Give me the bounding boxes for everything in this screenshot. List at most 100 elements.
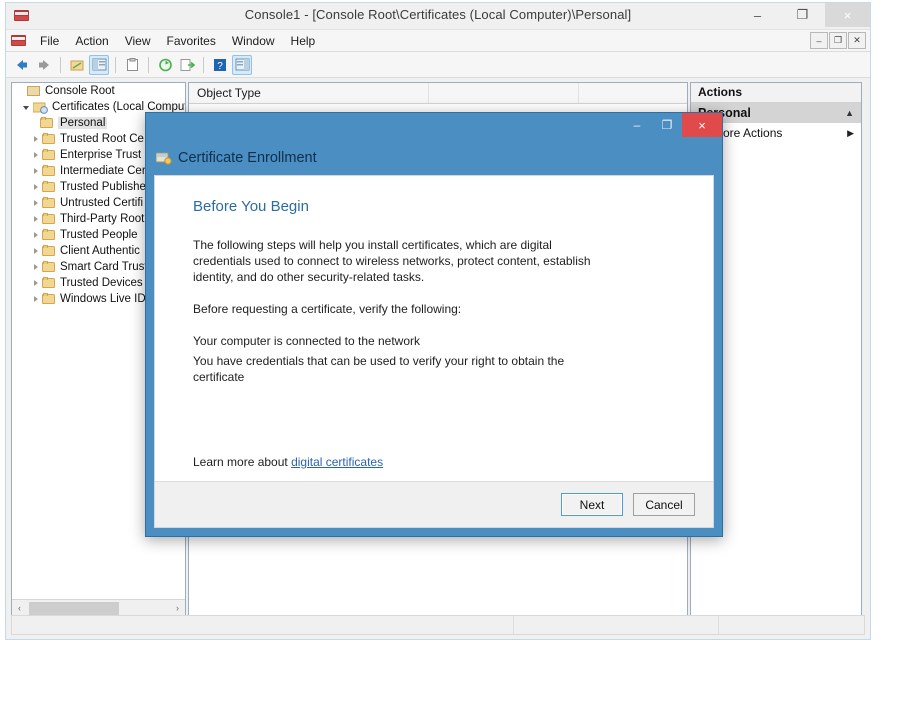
- tree-horizontal-scrollbar[interactable]: ‹ ›: [12, 599, 185, 616]
- chevron-right-icon[interactable]: [31, 246, 42, 257]
- refresh-icon[interactable]: [155, 55, 175, 75]
- dialog-title: Certificate Enrollment: [178, 150, 317, 166]
- folder-icon: [42, 181, 56, 193]
- toolbar-separator: [60, 56, 61, 73]
- menu-item-window[interactable]: Window: [224, 32, 283, 50]
- mdi-minimize-button[interactable]: –: [810, 32, 828, 49]
- tree-item-label: Trusted People: [60, 229, 138, 241]
- dialog-header: Certificate Enrollment: [146, 143, 722, 173]
- status-bar-message: [12, 616, 514, 634]
- chevron-right-icon[interactable]: [31, 230, 42, 241]
- window-titlebar[interactable]: Console1 - [Console Root\Certificates (L…: [6, 3, 870, 29]
- dialog-checklist-item-credentials: You have credentials that can be used to…: [193, 354, 565, 384]
- dialog-body: Before You Begin The following steps wil…: [154, 175, 714, 528]
- chevron-right-icon[interactable]: [31, 198, 42, 209]
- toolbar: ?: [6, 52, 870, 78]
- dialog-minimize-button[interactable]: –: [622, 113, 652, 137]
- learn-more-line: Learn more about digital certificates: [193, 455, 383, 469]
- dialog-content: Before You Begin The following steps wil…: [155, 176, 713, 482]
- cancel-button[interactable]: Cancel: [633, 493, 695, 516]
- menu-item-action[interactable]: Action: [67, 32, 116, 50]
- tree-item-label: Windows Live ID: [60, 293, 146, 305]
- action-item-label: More Actions: [713, 126, 783, 140]
- learn-more-prefix: Learn more about: [193, 455, 292, 469]
- folder-icon: [42, 165, 56, 177]
- menu-item-view[interactable]: View: [117, 32, 159, 50]
- folder-icon: [42, 133, 56, 145]
- scroll-right-icon[interactable]: ›: [170, 601, 185, 616]
- toolbar-separator: [115, 56, 116, 73]
- mdi-close-button[interactable]: ✕: [848, 32, 866, 49]
- digital-certificates-link[interactable]: digital certificates: [291, 455, 383, 469]
- show-hide-action-pane-icon[interactable]: [232, 54, 252, 75]
- chevron-right-icon[interactable]: [31, 150, 42, 161]
- folder-icon: [42, 229, 56, 241]
- certificate-enrollment-dialog: – ❐ × Certificate Enrollment Before You …: [145, 112, 723, 537]
- toolbar-separator: [203, 56, 204, 73]
- dialog-footer: Next Cancel: [155, 481, 713, 527]
- show-hide-console-tree-icon[interactable]: [89, 54, 109, 75]
- menu-item-help[interactable]: Help: [283, 32, 324, 50]
- chevron-right-icon[interactable]: [31, 262, 42, 273]
- export-list-icon[interactable]: [177, 55, 197, 75]
- mdi-restore-button[interactable]: ❐: [829, 32, 847, 49]
- mdi-child-controls: – ❐ ✕: [810, 32, 866, 49]
- column-header-object-type[interactable]: Object Type: [189, 83, 429, 103]
- expander-placeholder: [16, 86, 27, 97]
- window-close-button[interactable]: ×: [825, 3, 870, 27]
- actions-pane-header: Actions: [691, 83, 861, 103]
- scrollbar-thumb[interactable]: [29, 601, 119, 615]
- svg-text:?: ?: [217, 61, 223, 72]
- chevron-right-icon: ▶: [847, 127, 854, 138]
- menubar: File Action View Favorites Window Help –…: [6, 29, 870, 52]
- folder-icon: [42, 245, 56, 257]
- dialog-heading: Before You Begin: [193, 198, 309, 215]
- properties-icon[interactable]: [122, 55, 142, 75]
- window-minimize-button[interactable]: –: [735, 3, 780, 27]
- chevron-right-icon[interactable]: [31, 278, 42, 289]
- tree-item-label: Trusted Publishe: [60, 181, 146, 193]
- tree-item-label: Trusted Root Ce: [60, 133, 144, 145]
- chevron-right-icon[interactable]: [31, 134, 42, 145]
- folder-icon: [42, 293, 56, 305]
- help-icon[interactable]: ?: [210, 55, 230, 75]
- up-one-level-icon[interactable]: [67, 55, 87, 75]
- toolbar-separator: [148, 56, 149, 73]
- tree-item-label: Trusted Devices: [60, 277, 143, 289]
- forward-icon[interactable]: [34, 55, 54, 75]
- chevron-right-icon[interactable]: [31, 214, 42, 225]
- menu-item-favorites[interactable]: Favorites: [159, 32, 224, 50]
- scrollbar-track[interactable]: [27, 600, 170, 616]
- folder-icon: [42, 213, 56, 225]
- column-header-blank[interactable]: [429, 83, 579, 103]
- chevron-up-icon[interactable]: ▲: [845, 108, 854, 118]
- tree-item-label: Intermediate Cer: [60, 165, 146, 177]
- chevron-right-icon[interactable]: [31, 294, 42, 305]
- menu-item-file[interactable]: File: [32, 32, 67, 50]
- chevron-right-icon[interactable]: [31, 182, 42, 193]
- scroll-left-icon[interactable]: ‹: [12, 601, 27, 616]
- tree-item-label: Enterprise Trust: [60, 149, 142, 161]
- dialog-titlebar[interactable]: – ❐ ×: [146, 113, 722, 143]
- certificate-enrollment-icon: [155, 151, 172, 165]
- window-maximize-button[interactable]: ❐: [780, 3, 825, 27]
- folder-icon: [40, 117, 54, 129]
- folder-icon: [42, 197, 56, 209]
- status-bar-segment-3: [719, 616, 864, 634]
- tree-item-label: Untrusted Certifi: [60, 197, 144, 209]
- console-root-icon: [27, 85, 41, 97]
- tree-item-label: Console Root: [45, 85, 115, 97]
- dialog-window-controls: – ❐ ×: [622, 113, 722, 137]
- chevron-down-icon[interactable]: [22, 102, 33, 113]
- back-icon[interactable]: [12, 55, 32, 75]
- tree-item-label: Personal: [58, 117, 108, 129]
- chevron-right-icon[interactable]: [31, 166, 42, 177]
- certificates-store-icon: [32, 101, 48, 114]
- status-bar: [11, 615, 865, 635]
- folder-icon: [42, 277, 56, 289]
- dialog-maximize-button[interactable]: ❐: [652, 113, 682, 137]
- tree-item-console-root[interactable]: Console Root: [12, 83, 185, 99]
- next-button[interactable]: Next: [561, 493, 623, 516]
- folder-icon: [42, 261, 56, 273]
- dialog-close-button[interactable]: ×: [682, 113, 722, 137]
